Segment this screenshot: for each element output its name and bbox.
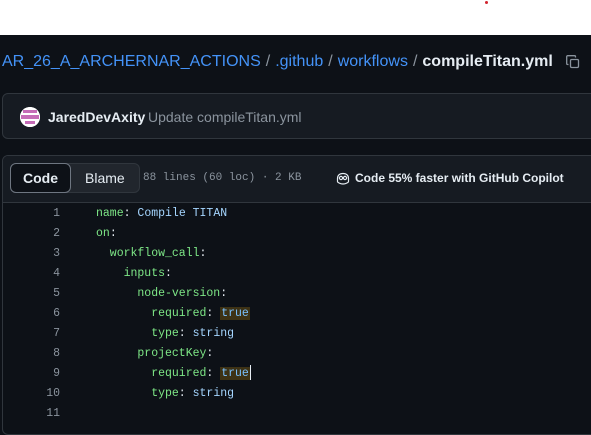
line-content: type: string [96, 384, 234, 404]
line-number[interactable]: 3 [3, 244, 60, 264]
yaml-colon: : [109, 227, 124, 240]
tab-blame[interactable]: Blame [71, 164, 139, 192]
breadcrumb-separator: / [328, 53, 333, 70]
avatar[interactable] [20, 107, 40, 127]
line-number[interactable]: 9 [3, 364, 60, 384]
breadcrumb-github-link[interactable]: .github [275, 53, 323, 71]
code-line: 5 node-version: [3, 284, 591, 304]
line-number[interactable]: 6 [3, 304, 60, 324]
code-view[interactable]: 1 name: Compile TITAN 2 on: 3 workflow_call:… [3, 204, 591, 424]
breadcrumb-repo-link[interactable]: AR_26_A_ARCHERNAR_ACTIONS [2, 53, 261, 71]
file-stats: 88 lines (60 loc) · 2 KB [143, 172, 302, 184]
commit-message-link[interactable]: Update compileTitan.yml [148, 109, 302, 125]
code-line: 2 on: [3, 224, 591, 244]
code-line: 1 name: Compile TITAN [3, 204, 591, 224]
copilot-icon [336, 172, 350, 185]
yaml-colon: : [178, 387, 193, 400]
breadcrumb: AR_26_A_ARCHERNAR_ACTIONS / .github / wo… [2, 50, 581, 74]
yaml-key: inputs [123, 267, 166, 280]
yaml-colon: : [206, 367, 221, 380]
code-line: 3 workflow_call: [3, 244, 591, 264]
code-line: 4 inputs: [3, 264, 591, 284]
line-number[interactable]: 4 [3, 264, 60, 284]
line-number[interactable]: 2 [3, 224, 60, 244]
line-content: node-version: [96, 284, 234, 304]
yaml-key: on [96, 227, 110, 240]
text-cursor [249, 365, 251, 381]
code-line: 10 type: string [3, 384, 591, 404]
yaml-colon: : [220, 287, 235, 300]
yaml-bool-value: true [220, 307, 250, 320]
yaml-colon: : [123, 207, 138, 220]
yaml-key: required [151, 367, 207, 380]
yaml-colon: : [165, 267, 179, 280]
code-line: 9 required: true [3, 364, 591, 384]
line-number[interactable]: 10 [3, 384, 60, 404]
line-content: name: Compile TITAN [96, 204, 227, 224]
file-header: Code Blame 88 lines (60 loc) · 2 KB Code… [3, 156, 591, 203]
view-mode-toggle: Code Blame [10, 163, 140, 193]
copilot-promo-link[interactable]: Code 55% faster with GitHub Copilot [335, 170, 564, 186]
commit-author-link[interactable]: JaredDevAxity [48, 109, 145, 125]
line-number[interactable]: 11 [3, 404, 60, 424]
line-content: projectKey: [96, 344, 220, 364]
yaml-value: Compile TITAN [137, 207, 228, 220]
yaml-key: type [151, 327, 179, 340]
line-content: type: string [96, 324, 234, 344]
yaml-key: projectKey [137, 347, 207, 360]
yaml-colon: : [199, 247, 214, 260]
yaml-value: string [192, 387, 235, 400]
breadcrumb-workflows-link[interactable]: workflows [338, 53, 408, 71]
breadcrumb-current-file: compileTitan.yml [422, 53, 553, 70]
tab-code[interactable]: Code [10, 163, 71, 193]
yaml-key: node-version [137, 287, 221, 300]
line-content: on: [96, 224, 124, 244]
line-number[interactable]: 1 [3, 204, 60, 224]
yaml-bool-value: true [220, 367, 250, 380]
line-number[interactable]: 8 [3, 344, 60, 364]
line-content: required: true [96, 304, 250, 324]
code-line: 6 required: true [3, 304, 591, 324]
code-line: 11 [3, 404, 591, 424]
breadcrumb-separator: / [412, 53, 418, 70]
copilot-promo-text: Code 55% faster with GitHub Copilot [355, 171, 564, 185]
yaml-key: type [151, 387, 179, 400]
top-bar [0, 0, 591, 35]
breadcrumb-separator: / [265, 53, 271, 70]
notification-dot [485, 1, 488, 4]
yaml-key: workflow_call [109, 247, 200, 260]
latest-commit-box: JaredDevAxity Update compileTitan.yml [2, 93, 591, 139]
line-number[interactable]: 7 [3, 324, 60, 344]
file-viewer: Code Blame 88 lines (60 loc) · 2 KB Code… [2, 155, 591, 435]
code-line: 8 projectKey: [3, 344, 591, 364]
yaml-value: string [192, 327, 235, 340]
line-content: workflow_call: [96, 244, 213, 264]
line-content: required: true [96, 364, 251, 384]
yaml-key: required [151, 307, 207, 320]
yaml-colon: : [206, 307, 221, 320]
code-line: 7 type: string [3, 324, 591, 344]
line-content: inputs: [96, 264, 179, 284]
yaml-key: name [96, 207, 124, 220]
copy-path-icon[interactable] [565, 54, 581, 70]
yaml-colon: : [178, 327, 193, 340]
yaml-colon: : [206, 347, 221, 360]
line-number[interactable]: 5 [3, 284, 60, 304]
